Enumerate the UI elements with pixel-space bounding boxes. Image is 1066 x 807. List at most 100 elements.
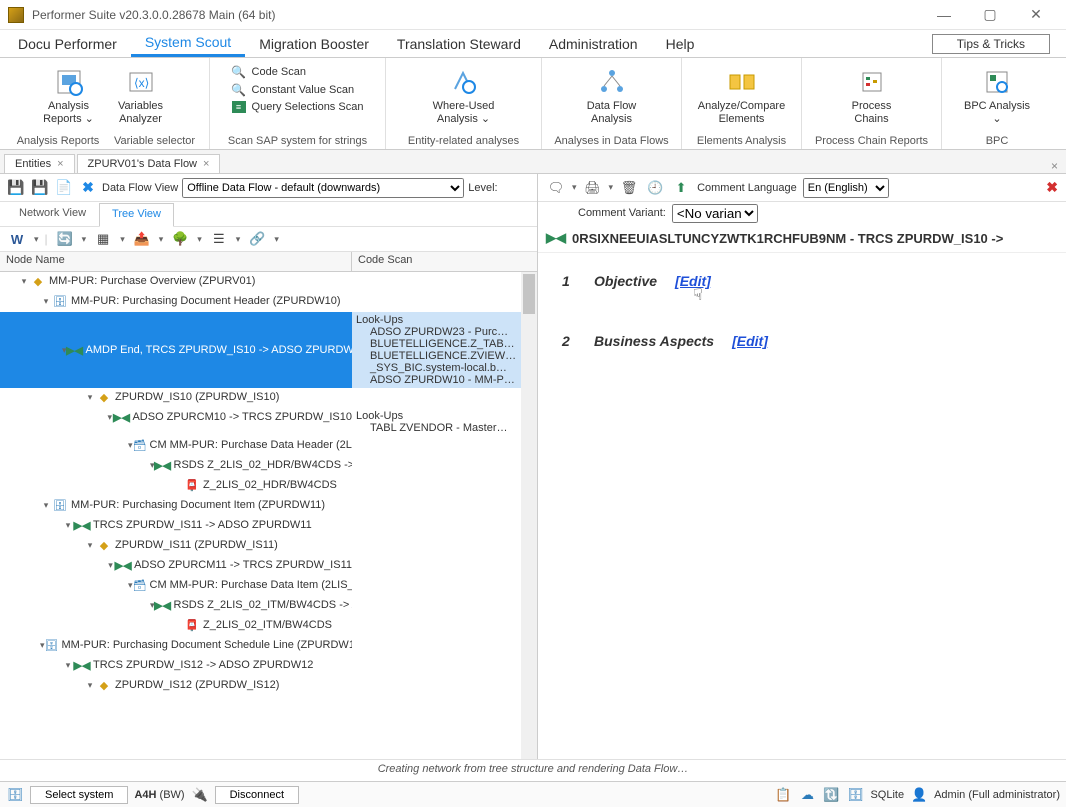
expand-icon[interactable]: ▾ — [84, 540, 96, 551]
edit-business-aspects-link[interactable]: [Edit] — [732, 333, 768, 349]
tree-row[interactable]: ▾▶◀RSDS Z_2LIS_02_ITM/BW4CDS -> A — [0, 596, 537, 616]
list-icon[interactable]: ☰ — [208, 229, 230, 249]
analyze-compare-elements-button[interactable]: Analyze/Compare Elements — [694, 64, 789, 128]
expand-icon[interactable]: ▾ — [62, 520, 74, 531]
tree-label: CM MM-PUR: Purchase Data Header (2LI — [150, 439, 353, 451]
sync-icon[interactable]: 🔃 — [822, 786, 840, 804]
menu-docu-performer[interactable]: Docu Performer — [4, 32, 131, 56]
tree-row[interactable]: ▾▶◀RSDS Z_2LIS_02_HDR/BW4CDS -> A — [0, 456, 537, 476]
tree-label: MM-PUR: Purchasing Document Schedule Lin… — [62, 639, 353, 651]
menu-administration[interactable]: Administration — [535, 32, 652, 56]
tree-row[interactable]: ▾◆ZPURDW_IS11 (ZPURDW_IS11) — [0, 536, 537, 556]
svg-text:⟨x⟩: ⟨x⟩ — [134, 76, 149, 90]
lookup-item: _SYS_BIC.system-local.b… — [356, 362, 533, 374]
comment-icon[interactable]: 🗨 — [546, 179, 566, 197]
print-icon[interactable]: 🖨 — [583, 179, 603, 197]
expand-icon[interactable]: ▾ — [40, 500, 52, 511]
clipboard-icon[interactable]: 📋 — [774, 786, 792, 804]
constant-value-scan[interactable]: 🔍Constant Value Scan — [230, 82, 366, 98]
col-code-scan[interactable]: Code Scan — [352, 252, 537, 271]
expand-icon[interactable]: ▾ — [18, 276, 30, 287]
tree-icon[interactable]: 🌳 — [169, 229, 191, 249]
save-all-icon[interactable]: 💾 — [30, 178, 50, 198]
up-icon[interactable]: 📤 — [131, 229, 153, 249]
maximize-button[interactable]: ▢ — [968, 1, 1012, 29]
query-selections-scan[interactable]: ≡Query Selections Scan — [230, 100, 366, 114]
tree-row[interactable]: ▾🗃CM MM-PUR: Purchase Data Header (2LI — [0, 436, 537, 456]
tab-dataflow[interactable]: ZPURV01's Data Flow× — [77, 154, 221, 173]
disconnect-button[interactable]: Disconnect — [215, 786, 299, 804]
menu-bar: Docu PerformerSystem ScoutMigration Boos… — [0, 30, 1066, 58]
chain-icon — [857, 67, 887, 97]
tree-row[interactable]: ▾◆MM-PUR: Purchase Overview (ZPURV01) — [0, 272, 537, 292]
bpc-analysis-button[interactable]: BPC Analysis ⌄ — [960, 64, 1034, 128]
tab-entities[interactable]: Entities× — [4, 154, 75, 173]
close-tab-icon[interactable]: × — [57, 158, 63, 170]
tree-label: ZPURDW_IS10 (ZPURDW_IS10) — [115, 391, 279, 403]
tree-row[interactable]: ▾🗃CM MM-PUR: Purchase Data Item (2LIS_ — [0, 576, 537, 596]
port-icon[interactable]: 🔌 — [191, 786, 209, 804]
tree-row[interactable]: 📮Z_2LIS_02_ITM/BW4CDS — [0, 616, 537, 636]
dataflow-view-combo[interactable]: Offline Data Flow - default (downwards) — [182, 178, 464, 198]
up-arrow-icon[interactable]: ⬆ — [671, 179, 691, 197]
expand-icon[interactable]: ▾ — [40, 296, 52, 307]
tree-row[interactable]: ▾▶◀AMDP End, TRCS ZPURDW_IS10 -> ADSO ZP… — [0, 312, 537, 388]
tree-row[interactable]: ▾🗄MM-PUR: Purchasing Document Header (ZP… — [0, 292, 537, 312]
tree-row[interactable]: ▾🗄MM-PUR: Purchasing Document Schedule L… — [0, 636, 537, 656]
where-used-analysis-button[interactable]: Where-Used Analysis ⌄ — [429, 64, 499, 128]
lookup-item: BLUETELLIGENCE.Z_TAB… — [356, 338, 533, 350]
tree-row[interactable]: ▾▶◀TRCS ZPURDW_IS11 -> ADSO ZPURDW11 — [0, 516, 537, 536]
tree-row[interactable]: ▾🗄MM-PUR: Purchasing Document Item (ZPUR… — [0, 496, 537, 516]
col-node-name[interactable]: Node Name — [0, 252, 352, 271]
data-flow-analysis-button[interactable]: Data Flow Analysis — [582, 64, 642, 128]
tree-label: Z_2LIS_02_HDR/BW4CDS — [203, 479, 337, 491]
close-tab-icon[interactable]: × — [203, 158, 209, 170]
tree-label: TRCS ZPURDW_IS12 -> ADSO ZPURDW12 — [93, 659, 313, 671]
close-comment-icon[interactable]: ✖ — [1046, 179, 1058, 196]
tree-label: TRCS ZPURDW_IS11 -> ADSO ZPURDW11 — [93, 519, 312, 531]
menu-translation-steward[interactable]: Translation Steward — [383, 32, 535, 56]
cloud-icon[interactable]: ☁ — [798, 786, 816, 804]
tree-row[interactable]: 📮Z_2LIS_02_HDR/BW4CDS — [0, 476, 537, 496]
menu-migration-booster[interactable]: Migration Booster — [245, 32, 383, 56]
tips-and-tricks[interactable]: Tips & Tricks — [932, 34, 1050, 54]
save-icon[interactable]: 💾 — [6, 178, 26, 198]
process-chains-button[interactable]: Process Chains — [842, 64, 902, 128]
right-heading: 0RSIXNEEUIASLTUNCYZWTK1RCHFUB9NM - TRCS … — [572, 231, 1003, 246]
history-icon[interactable]: 🕘 — [645, 179, 665, 197]
comment-variant-combo[interactable]: <No variant> — [672, 204, 758, 223]
tree-label: Z_2LIS_02_ITM/BW4CDS — [203, 619, 332, 631]
expand-icon[interactable]: ▾ — [62, 660, 74, 671]
tree-row[interactable]: ▾▶◀TRCS ZPURDW_IS12 -> ADSO ZPURDW12 — [0, 656, 537, 676]
refresh-icon[interactable]: 🔄 — [54, 229, 76, 249]
code-scan[interactable]: 🔍Code Scan — [230, 64, 366, 80]
ds-icon: 📮 — [184, 618, 200, 632]
analysis-reports-button[interactable]: Analysis Reports ⌄ — [39, 64, 99, 128]
delete-icon[interactable]: ✖ — [78, 178, 98, 198]
trash-icon[interactable]: 🗑 — [619, 179, 639, 197]
expand-icon[interactable]: ▾ — [84, 680, 96, 691]
confirm-icon[interactable]: 📄 — [54, 178, 74, 198]
select-system-button[interactable]: Select system — [30, 786, 128, 804]
tree-row[interactable]: ▾◆ZPURDW_IS12 (ZPURDW_IS12) — [0, 676, 537, 696]
expand-icon[interactable]: ▾ — [84, 392, 96, 403]
tree-row[interactable]: ▾◆ZPURDW_IS10 (ZPURDW_IS10) — [0, 388, 537, 408]
where-used-icon — [449, 67, 479, 97]
tab-network-view[interactable]: Network View — [6, 202, 99, 226]
tree-label: MM-PUR: Purchasing Document Header (ZPUR… — [71, 295, 341, 307]
tree-scrollbar[interactable] — [521, 272, 537, 759]
minimize-button[interactable]: — — [922, 1, 966, 29]
tree-row[interactable]: ▾▶◀ADSO ZPURCM10 -> TRCS ZPURDW_IS10Look… — [0, 408, 537, 436]
menu-system-scout[interactable]: System Scout — [131, 30, 245, 57]
variables-analyzer-button[interactable]: ⟨x⟩ Variables Analyzer — [111, 64, 171, 128]
tab-tree-view[interactable]: Tree View — [99, 203, 174, 227]
grid-icon[interactable]: ▦ — [92, 229, 114, 249]
comment-language-combo[interactable]: En (English) — [803, 178, 889, 198]
db-icon[interactable]: 🗄 — [6, 786, 24, 804]
close-button[interactable]: ✕ — [1014, 1, 1058, 29]
menu-help[interactable]: Help — [652, 32, 709, 56]
close-panel-icon[interactable]: × — [1043, 159, 1066, 173]
word-icon[interactable]: W — [6, 229, 28, 249]
tree-row[interactable]: ▾▶◀ADSO ZPURCM11 -> TRCS ZPURDW_IS11 — [0, 556, 537, 576]
link-icon[interactable]: 🔗 — [246, 229, 268, 249]
